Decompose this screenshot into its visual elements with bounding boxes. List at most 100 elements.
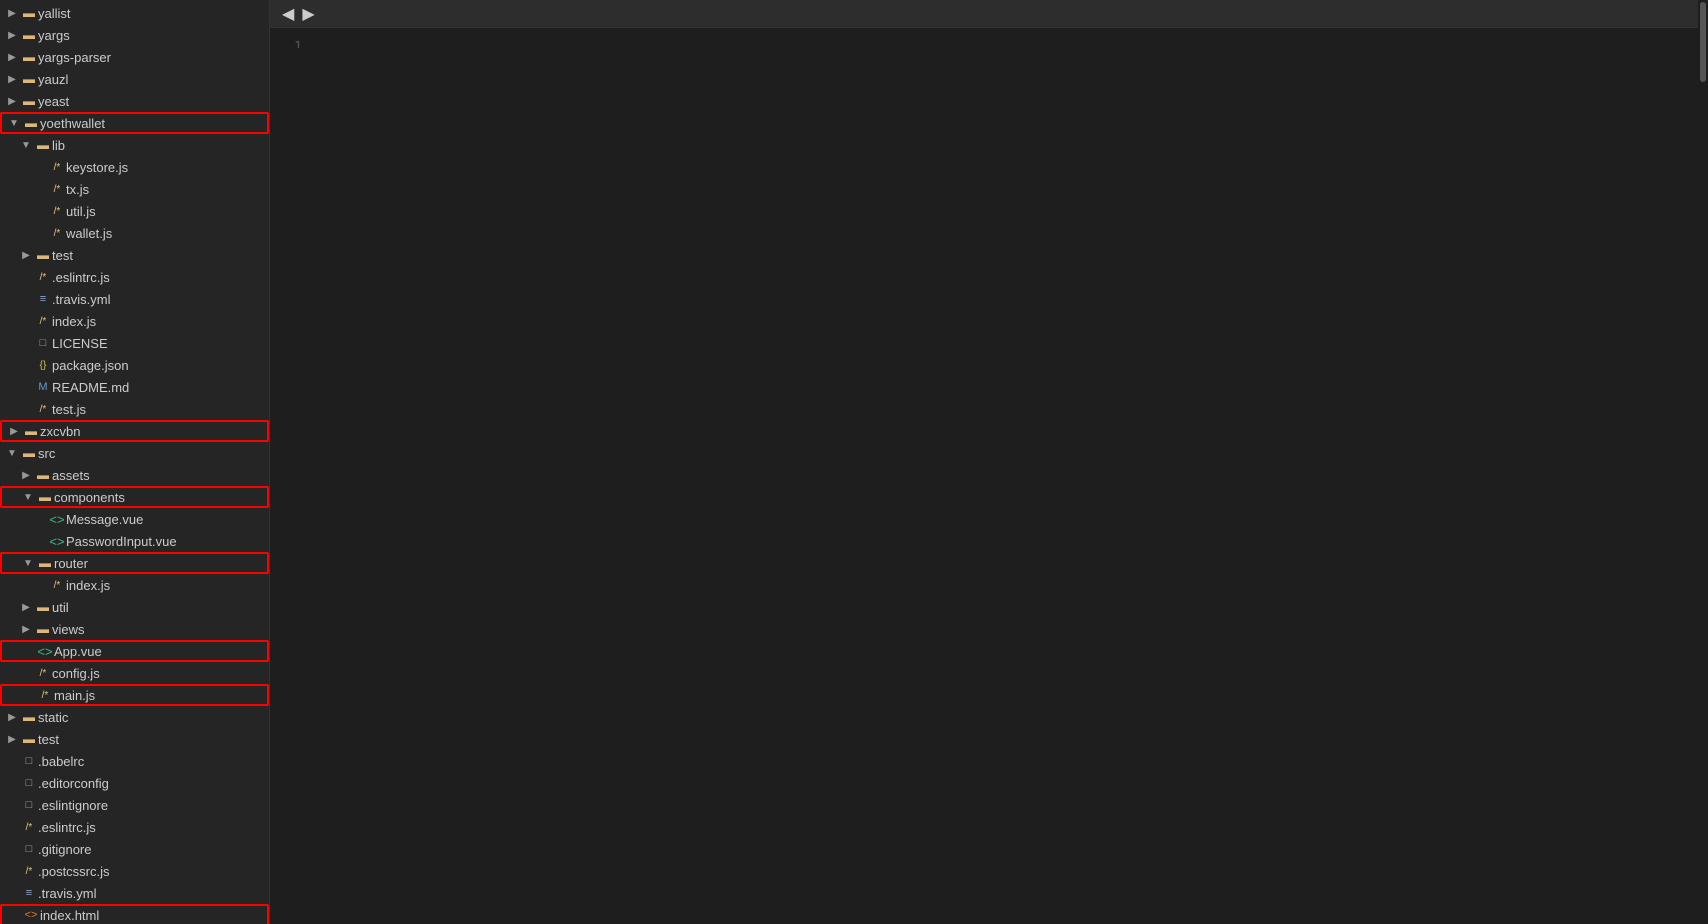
- sidebar-item-src[interactable]: ▼ ▬ src: [0, 442, 269, 464]
- sidebar-item-index.js[interactable]: /* index.js: [0, 310, 269, 332]
- sidebar-item-README.md[interactable]: M README.md: [0, 376, 269, 398]
- item-label: App.vue: [54, 644, 267, 659]
- item-label: main.js: [54, 688, 267, 703]
- sidebar-item-.travis.yml[interactable]: ≡ .travis.yml: [0, 288, 269, 310]
- sidebar-item-App.vue[interactable]: <> App.vue: [0, 640, 269, 662]
- nav-back-button[interactable]: ◀: [278, 2, 298, 26]
- sidebar-item-.eslintignore[interactable]: □ .eslintignore: [0, 794, 269, 816]
- sidebar-item-components[interactable]: ▼ ▬ components: [0, 486, 269, 508]
- sidebar-item-LICENSE[interactable]: □ LICENSE: [0, 332, 269, 354]
- js-icon: /*: [48, 162, 66, 173]
- js-icon: /*: [48, 580, 66, 591]
- item-label: index.html: [40, 908, 267, 923]
- sidebar-item-index.html[interactable]: <> index.html: [0, 904, 269, 924]
- item-label: yoethwallet: [40, 116, 267, 131]
- sidebar-item-PasswordInput.vue[interactable]: <> PasswordInput.vue: [0, 530, 269, 552]
- folder-icon: ▬: [36, 556, 54, 570]
- sidebar-item-.gitignore[interactable]: □ .gitignore: [0, 838, 269, 860]
- sidebar-item-util[interactable]: ▶ ▬ util: [0, 596, 269, 618]
- scrollbar-thumb[interactable]: [1700, 2, 1706, 82]
- folder-icon: ▬: [34, 600, 52, 614]
- item-label: .eslintrc.js: [38, 820, 269, 835]
- rc-icon: □: [34, 337, 52, 349]
- editor-toolbar: ◀ ▶: [270, 0, 1708, 28]
- item-label: keystore.js: [66, 160, 269, 175]
- sidebar-item-views[interactable]: ▶ ▬ views: [0, 618, 269, 640]
- folder-icon: ▬: [20, 28, 38, 42]
- item-label: router: [54, 556, 267, 571]
- js-icon: /*: [36, 690, 54, 701]
- folder-arrow: ▶: [4, 8, 20, 19]
- js-icon: /*: [20, 822, 38, 833]
- folder-icon: ▬: [20, 6, 38, 20]
- sidebar-item-.postcssrc.js[interactable]: /* .postcssrc.js: [0, 860, 269, 882]
- rc-icon: □: [20, 799, 38, 811]
- folder-icon: ▬: [22, 424, 40, 438]
- item-label: test: [38, 732, 269, 747]
- folder-arrow: ▼: [4, 448, 20, 459]
- sidebar-item-.eslintrc.js[interactable]: /* .eslintrc.js: [0, 266, 269, 288]
- sidebar-item-tx.js[interactable]: /* tx.js: [0, 178, 269, 200]
- vue-icon: <>: [48, 534, 66, 549]
- sidebar-item-yauzl[interactable]: ▶ ▬ yauzl: [0, 68, 269, 90]
- item-label: .travis.yml: [38, 886, 269, 901]
- item-label: .editorconfig: [38, 776, 269, 791]
- item-label: views: [52, 622, 269, 637]
- item-label: util.js: [66, 204, 269, 219]
- yml-icon: ≡: [20, 887, 38, 899]
- sidebar-item-.travis.yml-root[interactable]: ≡ .travis.yml: [0, 882, 269, 904]
- js-icon: /*: [34, 668, 52, 679]
- item-label: index.js: [52, 314, 269, 329]
- sidebar-item-.babelrc[interactable]: □ .babelrc: [0, 750, 269, 772]
- sidebar-item-router-index.js[interactable]: /* index.js: [0, 574, 269, 596]
- main-area: ◀ ▶ 1: [270, 0, 1708, 924]
- sidebar-item-test-root[interactable]: ▶ ▬ test: [0, 728, 269, 750]
- sidebar-item-.eslintrc.js-root[interactable]: /* .eslintrc.js: [0, 816, 269, 838]
- sidebar-item-config.js[interactable]: /* config.js: [0, 662, 269, 684]
- item-label: PasswordInput.vue: [66, 534, 269, 549]
- folder-icon: ▬: [34, 468, 52, 482]
- sidebar-item-lib[interactable]: ▼ ▬ lib: [0, 134, 269, 156]
- sidebar-item-router[interactable]: ▼ ▬ router: [0, 552, 269, 574]
- folder-icon: ▬: [20, 72, 38, 86]
- sidebar-item-static[interactable]: ▶ ▬ static: [0, 706, 269, 728]
- folder-icon: ▬: [36, 490, 54, 504]
- sidebar-item-keystore.js[interactable]: /* keystore.js: [0, 156, 269, 178]
- sidebar-item-Message.vue[interactable]: <> Message.vue: [0, 508, 269, 530]
- item-label: yargs: [38, 28, 269, 43]
- item-label: src: [38, 446, 269, 461]
- item-label: components: [54, 490, 267, 505]
- sidebar-item-yargs-parser[interactable]: ▶ ▬ yargs-parser: [0, 46, 269, 68]
- item-label: LICENSE: [52, 336, 269, 351]
- item-label: util: [52, 600, 269, 615]
- sidebar-item-util.js[interactable]: /* util.js: [0, 200, 269, 222]
- sidebar-item-test-folder[interactable]: ▶ ▬ test: [0, 244, 269, 266]
- sidebar-item-main.js[interactable]: /* main.js: [0, 684, 269, 706]
- folder-arrow: ▶: [18, 250, 34, 261]
- folder-arrow: ▼: [6, 118, 22, 129]
- sidebar-item-yallist[interactable]: ▶ ▬ yallist: [0, 2, 269, 24]
- sidebar-item-.editorconfig[interactable]: □ .editorconfig: [0, 772, 269, 794]
- folder-icon: ▬: [20, 710, 38, 724]
- nav-forward-button[interactable]: ▶: [298, 2, 318, 26]
- line-number: 1: [270, 38, 310, 48]
- vertical-scrollbar[interactable]: [1698, 0, 1708, 924]
- item-label: yeast: [38, 94, 269, 109]
- sidebar-item-wallet.js[interactable]: /* wallet.js: [0, 222, 269, 244]
- folder-icon: ▬: [34, 248, 52, 262]
- sidebar-item-yoethwallet[interactable]: ▼ ▬ yoethwallet: [0, 112, 269, 134]
- item-label: yauzl: [38, 72, 269, 87]
- sidebar-item-zxcvbn[interactable]: ▶ ▬ zxcvbn: [0, 420, 269, 442]
- folder-arrow: ▶: [4, 712, 20, 723]
- sidebar-item-yargs[interactable]: ▶ ▬ yargs: [0, 24, 269, 46]
- folder-arrow: ▶: [4, 30, 20, 41]
- sidebar-item-assets[interactable]: ▶ ▬ assets: [0, 464, 269, 486]
- item-label: index.js: [66, 578, 269, 593]
- sidebar-item-test.js[interactable]: /* test.js: [0, 398, 269, 420]
- folder-arrow: ▶: [4, 96, 20, 107]
- item-label: .eslintrc.js: [52, 270, 269, 285]
- sidebar-item-yeast[interactable]: ▶ ▬ yeast: [0, 90, 269, 112]
- sidebar-item-package.json[interactable]: {} package.json: [0, 354, 269, 376]
- item-label: zxcvbn: [40, 424, 267, 439]
- editor-content: 1: [270, 28, 1708, 48]
